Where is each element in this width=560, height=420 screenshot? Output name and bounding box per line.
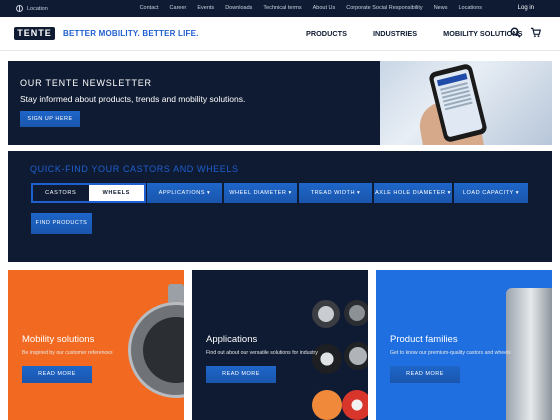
newsletter-banner: OUR TENTE NEWSLETTER Stay informed about… <box>8 61 552 145</box>
utility-link-downloads[interactable]: Downloads <box>225 5 252 11</box>
login-link[interactable]: Log in <box>518 5 534 11</box>
cart-icon[interactable] <box>530 27 541 38</box>
newsletter-title: OUR TENTE NEWSLETTER <box>20 78 152 88</box>
nav-industries[interactable]: INDUSTRIES <box>373 29 417 38</box>
find-products-button[interactable]: FIND PRODUCTS <box>31 213 92 234</box>
filter-axle-hole-diameter[interactable]: AXLE HOLE DIAMETER ▾ <box>374 183 452 203</box>
utility-link-locations[interactable]: Locations <box>458 5 482 11</box>
card-applications[interactable]: Applications Find out about our versatil… <box>192 270 368 420</box>
card-product-families[interactable]: Product families Get to know our premium… <box>376 270 552 420</box>
read-more-button[interactable]: READ MORE <box>390 366 460 383</box>
card-mobility-solutions[interactable]: Mobility solutions Be inspired by our cu… <box>8 270 184 420</box>
utility-link-contact[interactable]: Contact <box>140 5 159 11</box>
newsletter-subtitle: Stay informed about products, trends and… <box>20 94 246 104</box>
location-label: Location <box>27 5 48 12</box>
wheel-image <box>312 344 342 374</box>
wheel-image <box>312 300 340 328</box>
wheel-image <box>312 390 342 420</box>
wheel-image <box>344 342 368 370</box>
wheel-image <box>342 390 368 420</box>
card-subtitle: Be inspired by our customer references <box>22 350 113 356</box>
nav-products[interactable]: PRODUCTS <box>306 29 347 38</box>
card-title: Applications <box>206 334 258 345</box>
utility-link-news[interactable]: News <box>434 5 448 11</box>
utility-bar: Location Contact Career Events Downloads… <box>0 0 560 17</box>
castor-image <box>506 288 552 420</box>
castors-wheels-toggle: CASTORS WHEELS <box>31 183 146 203</box>
quick-find-title: QUICK-FIND YOUR CASTORS AND WHEELS <box>30 164 239 174</box>
location-selector[interactable]: Location <box>16 5 48 12</box>
search-icon[interactable] <box>510 27 521 38</box>
utility-link-about-us[interactable]: About Us <box>313 5 336 11</box>
tente-logo[interactable]: TENTE <box>14 27 55 40</box>
site-header: TENTE BETTER MOBILITY. BETTER LIFE. PROD… <box>0 17 560 51</box>
utility-link-technical-terms[interactable]: Technical terms <box>263 5 301 11</box>
wheel-image <box>344 300 368 326</box>
filter-load-capacity[interactable]: LOAD CAPACITY ▾ <box>454 183 528 203</box>
toggle-wheels[interactable]: WHEELS <box>88 185 144 201</box>
newsletter-signup-button[interactable]: SIGN UP HERE <box>20 111 80 127</box>
globe-icon <box>16 5 23 12</box>
card-subtitle: Find out about our versatile solutions f… <box>206 350 318 356</box>
utility-link-events[interactable]: Events <box>197 5 214 11</box>
quick-find-panel: QUICK-FIND YOUR CASTORS AND WHEELS CASTO… <box>8 151 552 262</box>
utility-links: Contact Career Events Downloads Technica… <box>140 5 482 11</box>
newsletter-phone-image <box>380 61 552 145</box>
card-title: Product families <box>390 334 458 345</box>
filter-applications[interactable]: APPLICATIONS ▾ <box>147 183 222 203</box>
card-subtitle: Get to know our premium-quality castors … <box>390 350 511 356</box>
filter-tread-width[interactable]: TREAD WIDTH ▾ <box>299 183 372 203</box>
read-more-button[interactable]: READ MORE <box>206 366 276 383</box>
filter-wheel-diameter[interactable]: WHEEL DIAMETER ▾ <box>224 183 297 203</box>
card-title: Mobility solutions <box>22 334 95 345</box>
stopwatch-image <box>128 284 184 398</box>
read-more-button[interactable]: READ MORE <box>22 366 92 383</box>
utility-link-career[interactable]: Career <box>170 5 187 11</box>
main-nav: PRODUCTS INDUSTRIES MOBILITY SOLUTIONS <box>306 29 522 38</box>
utility-link-csr[interactable]: Corporate Social Responsibility <box>346 5 422 11</box>
toggle-castors[interactable]: CASTORS <box>33 185 89 201</box>
tagline: BETTER MOBILITY. BETTER LIFE. <box>63 29 199 38</box>
